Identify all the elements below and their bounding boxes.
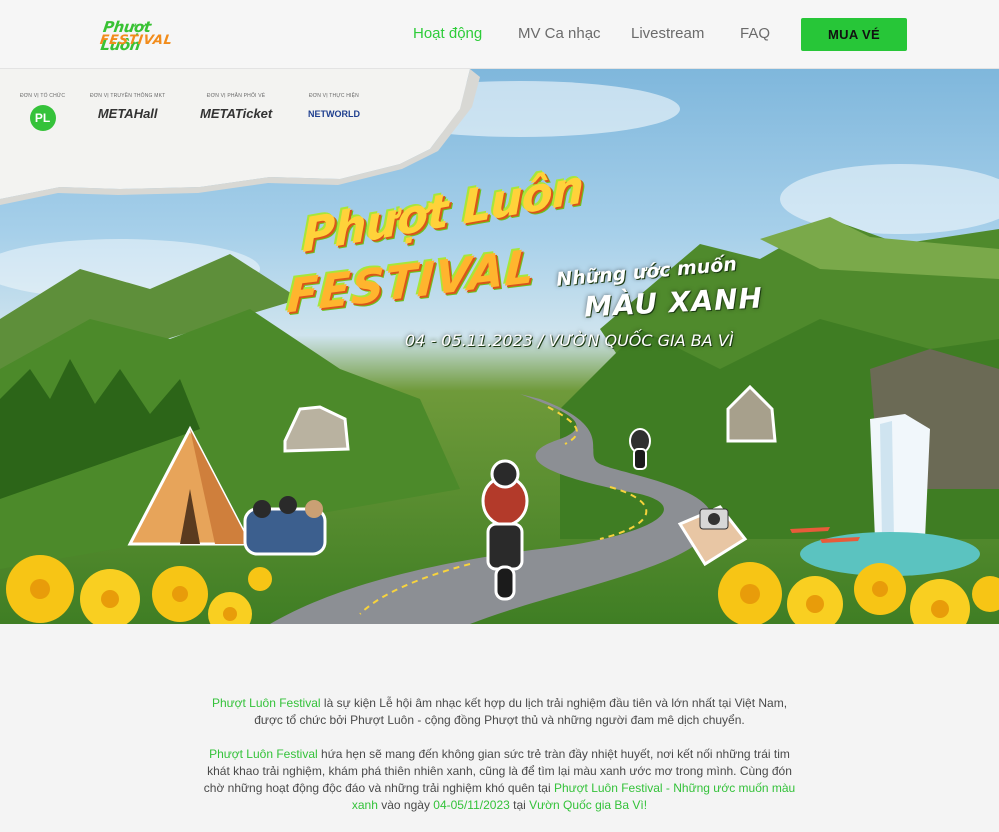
- sponsor-caption: ĐƠN VỊ TỔ CHỨC: [20, 93, 66, 99]
- logo-text-bottom: FESTIVAL: [98, 33, 174, 48]
- festival-logo[interactable]: Phượt Luôn FESTIVAL: [98, 18, 182, 54]
- description-paragraph-1: Phượt Luôn Festival là sự kiện Lễ hội âm…: [200, 695, 799, 729]
- festival-venue-highlight: Vườn Quốc gia Ba Vì!: [529, 798, 648, 812]
- festival-description: Phượt Luôn Festival là sự kiện Lễ hội âm…: [200, 695, 799, 814]
- sponsor-media: ĐƠN VỊ TRUYỀN THÔNG MKT METAHall: [90, 93, 165, 121]
- description-paragraph-2: Phượt Luôn Festival hứa hẹn sẽ mang đến …: [200, 746, 799, 814]
- sponsor-ticketing: ĐƠN VỊ PHÂN PHỐI VÉ METATicket: [200, 93, 272, 121]
- hero-banner: ĐƠN VỊ TỔ CHỨC PL ĐƠN VỊ TRUYỀN THÔNG MK…: [0, 69, 999, 624]
- sponsor-caption: ĐƠN VỊ THỰC HIỆN: [308, 93, 359, 99]
- festival-name-highlight: Phượt Luôn Festival: [211, 696, 321, 710]
- nav-link-livestream[interactable]: Livestream: [631, 25, 704, 42]
- nav-link-faq[interactable]: FAQ: [740, 25, 770, 42]
- description-text: tại: [509, 798, 530, 812]
- sponsor-caption: ĐƠN VỊ TRUYỀN THÔNG MKT: [90, 93, 166, 99]
- sponsor-logo-metahall: METAHall: [97, 106, 158, 121]
- festival-date-location: 04 - 05.11.2023 / VƯỜN QUỐC GIA BA VÌ: [405, 331, 734, 350]
- festival-name-highlight: Phượt Luôn Festival: [209, 747, 318, 761]
- description-text: là sự kiện Lễ hội âm nhạc kết hợp du lịc…: [254, 696, 788, 727]
- festival-date-highlight: 04-05/11/2023: [433, 798, 510, 812]
- sponsor-executor: ĐƠN VỊ THỰC HIỆN NETWORLD: [308, 93, 360, 119]
- top-navbar: Phượt Luôn FESTIVAL Hoạt động MV Ca nhạc…: [0, 0, 999, 69]
- nav-link-hoat-dong[interactable]: Hoạt động: [413, 25, 482, 42]
- sponsor-logo-networld: NETWORLD: [308, 109, 360, 119]
- sponsor-logo-metaticket: METATicket: [200, 106, 273, 121]
- description-text: vào ngày: [377, 798, 434, 812]
- buy-ticket-button[interactable]: MUA VÉ: [801, 18, 907, 51]
- nav-link-mv-ca-nhac[interactable]: MV Ca nhạc: [518, 25, 601, 42]
- sponsor-logo-pl: PL: [29, 105, 56, 131]
- sponsor-caption: ĐƠN VỊ PHÂN PHỐI VÉ: [206, 93, 266, 99]
- sponsor-organizer: ĐƠN VỊ TỔ CHỨC PL: [20, 93, 65, 131]
